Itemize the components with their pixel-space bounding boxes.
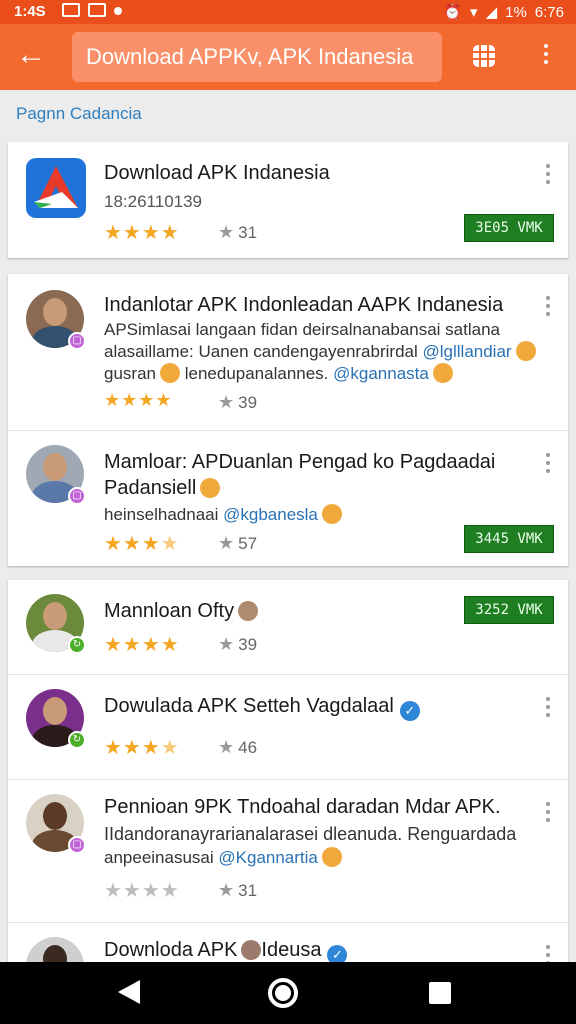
item-more-icon[interactable]	[542, 449, 554, 479]
reviews-card: ▢ Indanlotar APK Indonleadan AAPK Indane…	[8, 274, 568, 566]
review-count: ★ 57	[218, 533, 258, 553]
list-item[interactable]: ▢ Indanlotar APK Indonleadan AAPK Indane…	[8, 274, 568, 431]
clock-text: 6:76	[534, 3, 564, 21]
app-card[interactable]: Download APK Indanesia 18:26110139 ★★★★ …	[8, 142, 568, 258]
review-line: anpeeinasusai @Kgannartia	[104, 846, 342, 870]
review-count: ★ 31	[218, 880, 258, 900]
review-title: Pennioan 9PK Tndoahal daradan Mdar APK.	[104, 796, 501, 818]
list-item[interactable]: ↻ Dowulada APK Setteh Vagdalaal ✓ ★★★★ ★ 4…	[8, 675, 568, 780]
mention-link[interactable]: @kgannasta	[333, 364, 429, 383]
item-more-icon[interactable]	[542, 693, 554, 723]
badge-icon: ↻	[68, 731, 86, 749]
rating-stars: ★★★★	[104, 880, 180, 902]
review-line: gusran lenedupanalannes. @kgannasta	[104, 362, 453, 386]
list-item[interactable]: ↻ Mannloan Ofty ★★★★ ★ 39 3252 VMK	[8, 580, 568, 675]
review-title-cont: Padansiell	[104, 477, 221, 500]
card-more-icon[interactable]	[542, 160, 554, 190]
review-count: ★ 46	[218, 737, 258, 757]
review-count: ★ 39	[218, 634, 258, 654]
emoji-icon	[432, 363, 453, 383]
review-title: Downloda APK Ideusa ✓	[104, 939, 348, 962]
app-toolbar: ← Download APPKv, APK Indanesia	[0, 24, 576, 90]
price-badge[interactable]: 3252 VMK	[464, 596, 554, 624]
emoji-icon	[159, 363, 180, 383]
signal-icon: ◢	[485, 4, 498, 21]
badge-icon: ▢	[68, 836, 86, 854]
back-arrow-icon[interactable]: ←	[14, 38, 48, 72]
review-title: Mannloan Ofty	[104, 600, 259, 623]
nav-recents-icon[interactable]	[429, 982, 451, 1004]
emoji-icon	[321, 504, 342, 524]
badge-icon: ▢	[68, 332, 86, 350]
verified-icon: ✓	[399, 701, 420, 721]
list-item[interactable]: ▢ Pennioan 9PK Tndoahal daradan Mdar APK…	[8, 780, 568, 923]
review-count: ★ 31	[218, 222, 258, 242]
mention-link[interactable]: @lglllandiar	[423, 342, 512, 361]
review-line: heinselhadnaai @kgbanesla	[104, 503, 342, 527]
avatar	[26, 937, 84, 962]
status-bar: 1:4S ⏰ ▾ ◢ 1% 6:76	[0, 0, 576, 24]
review-title: Dowulada APK Setteh Vagdalaal ✓	[104, 695, 420, 721]
battery-level: 1%	[505, 3, 527, 21]
review-count: ★ 39	[218, 392, 258, 412]
review-title: Mamloar: APDuanlan Pengad ko Pagdaadai	[104, 451, 496, 473]
rating-stars: ★★★★	[104, 533, 180, 555]
rating-stars: ★★★★	[104, 222, 180, 244]
review-line: APSimlasai langaan fidan deirsalnanabans…	[104, 320, 500, 339]
item-more-icon[interactable]	[542, 941, 554, 962]
search-field[interactable]: Download APPKv, APK Indanesia	[72, 32, 442, 82]
item-more-icon[interactable]	[542, 292, 554, 322]
profile-emoji-icon	[241, 940, 262, 960]
badge-icon: ↻	[68, 636, 86, 654]
item-more-icon[interactable]	[542, 798, 554, 828]
badge-icon: ▢	[68, 487, 86, 505]
profile-emoji-icon	[238, 601, 259, 621]
mention-link[interactable]: @Kgannartia	[218, 848, 318, 867]
rating-stars: ★★★★	[104, 634, 180, 656]
emoji-icon	[515, 341, 536, 361]
dot-icon	[114, 7, 122, 15]
more-options-icon[interactable]	[534, 40, 558, 76]
rating-stars: ★★★★	[104, 390, 173, 410]
price-badge[interactable]: 3E05 VMK	[464, 214, 554, 242]
app-subtitle: 18:26110139	[104, 192, 203, 211]
system-nav-bar	[0, 962, 576, 1024]
mention-link[interactable]: @kgbanesla	[223, 505, 318, 524]
verified-icon: ✓	[327, 945, 348, 962]
app-title: Download APK Indanesia	[104, 162, 330, 184]
list-item[interactable]: Downloda APK Ideusa ✓	[8, 923, 568, 962]
price-badge[interactable]: 3445 VMK	[464, 525, 554, 553]
reviews-card: ↻ Mannloan Ofty ★★★★ ★ 39 3252 VMK ↻ Dowu…	[8, 580, 568, 962]
review-line: IIdandoranayrarianalarasei dleanuda. Ren…	[104, 824, 517, 844]
app-logo-icon	[26, 158, 86, 218]
review-line: alasaillame: Uanen candengayenrabrirdal …	[104, 340, 536, 364]
nav-home-icon[interactable]	[268, 978, 298, 1008]
status-time: 1:4S	[14, 3, 46, 20]
list-item[interactable]: ▢ Mamloar: APDuanlan Pengad ko Pagdaadai…	[8, 431, 568, 566]
wifi-icon: ▾	[470, 4, 478, 21]
rating-stars: ★★★★	[104, 737, 180, 759]
emoji-icon	[200, 478, 221, 498]
review-title: Indanlotar APK Indonleadan AAPK Indanesi…	[104, 294, 504, 316]
emoji-icon	[321, 847, 342, 867]
lock-notification-icon	[88, 3, 106, 17]
alarm-icon: ⏰	[443, 4, 463, 21]
section-label: Pagnn Cadancia	[16, 104, 142, 123]
nav-back-icon[interactable]	[118, 980, 140, 1004]
notification-icon	[62, 3, 80, 17]
grid-view-icon[interactable]	[470, 42, 498, 70]
